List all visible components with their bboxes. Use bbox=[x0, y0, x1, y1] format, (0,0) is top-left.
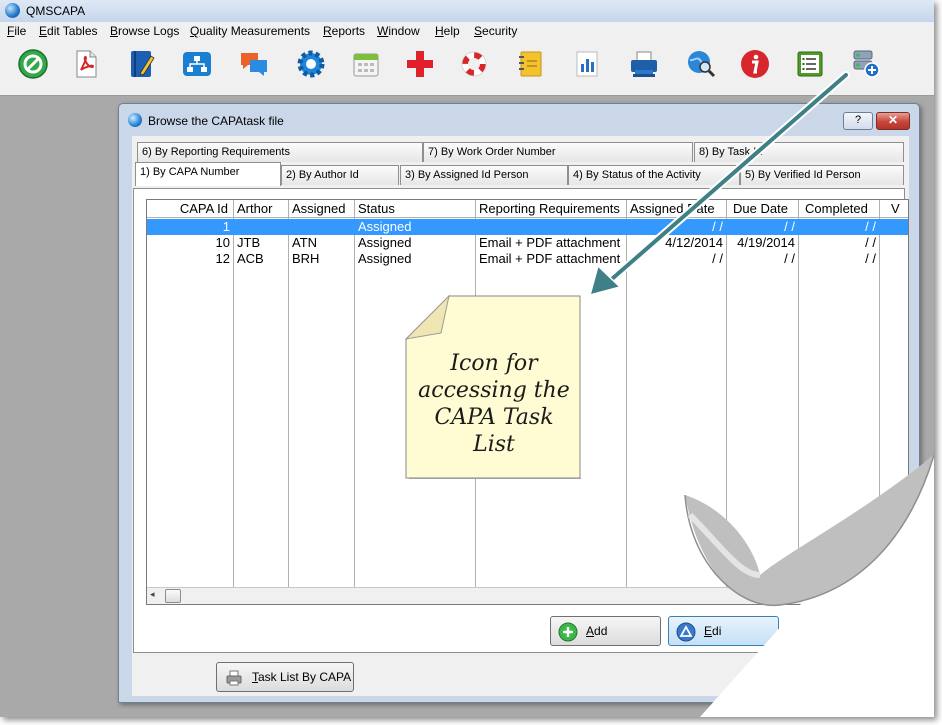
close-button[interactable]: ✕ bbox=[876, 112, 910, 130]
task-list-by-capa-label: Task List By CAPA bbox=[252, 670, 352, 684]
dialog-globe-icon bbox=[128, 113, 142, 127]
bar-chart-icon[interactable] bbox=[570, 47, 604, 81]
sticky-note-text: Icon for accessing the CAPA Task List bbox=[411, 350, 577, 458]
table-row[interactable]: 12 ACB BRH Assigned Email + PDF attachme… bbox=[147, 251, 908, 267]
note-line: Icon for bbox=[450, 351, 538, 376]
info-icon[interactable] bbox=[738, 47, 772, 81]
cell-due-date: / / bbox=[784, 251, 795, 266]
col-header-status[interactable]: Status bbox=[355, 200, 476, 218]
menu-security[interactable]: Security bbox=[474, 24, 517, 38]
scroll-left-arrow-icon[interactable]: ◂ bbox=[150, 589, 155, 600]
cancel-icon[interactable] bbox=[16, 47, 50, 81]
plus-circle-icon bbox=[558, 622, 578, 642]
acrobat-document-icon[interactable] bbox=[69, 47, 103, 81]
note-line: CAPA Task bbox=[434, 405, 554, 430]
cell-status: Assigned bbox=[358, 235, 412, 250]
cell-status: Assigned bbox=[358, 251, 412, 266]
title-bar: QMSCAPA bbox=[0, 0, 934, 23]
cell-assigned-date: 4/12/2014 bbox=[665, 235, 723, 250]
col-header-completed[interactable]: Completed bbox=[799, 200, 880, 218]
cell-assigned-date: / / bbox=[712, 219, 723, 234]
cell-completed: / / bbox=[865, 219, 876, 234]
cell-author: ACB bbox=[237, 251, 264, 266]
cell-assigned: ATN bbox=[292, 235, 318, 250]
col-header-verified[interactable]: V bbox=[880, 200, 908, 218]
cell-capa-id: 1 bbox=[222, 219, 230, 234]
help-button[interactable]: ? bbox=[843, 112, 873, 130]
tab-by-reporting-requirements[interactable]: 6) By Reporting Requirements bbox=[137, 142, 423, 162]
cell-reporting-requirements: Email + PDF attachment bbox=[479, 235, 621, 250]
app-title: QMSCAPA bbox=[26, 4, 86, 18]
menu-bar: File Edit Tables Browse Logs Quality Mea… bbox=[0, 22, 934, 41]
edit-notebook-icon[interactable] bbox=[125, 47, 159, 81]
tab-by-work-order-number[interactable]: 7) By Work Order Number bbox=[423, 142, 693, 162]
tab-by-assigned-id-person[interactable]: 3) By Assigned Id Person bbox=[400, 165, 568, 185]
lifebuoy-icon[interactable] bbox=[457, 47, 491, 81]
web-search-icon[interactable] bbox=[684, 47, 718, 81]
printer-icon[interactable] bbox=[627, 47, 661, 81]
cell-status: Assigned bbox=[358, 219, 412, 234]
table-row[interactable]: 10 JTB ATN Assigned Email + PDF attachme… bbox=[147, 235, 908, 251]
table-row[interactable]: 1 Assigned / / / / / / bbox=[147, 219, 908, 235]
menu-help[interactable]: Help bbox=[435, 24, 460, 38]
calendar-icon[interactable] bbox=[349, 47, 383, 81]
note-line: accessing the bbox=[418, 378, 570, 403]
toolbar bbox=[0, 41, 934, 96]
tab-by-status-of-activity[interactable]: 4) By Status of the Activity bbox=[568, 165, 740, 185]
menu-browse-logs[interactable]: Browse Logs bbox=[110, 24, 179, 38]
red-cross-icon[interactable] bbox=[403, 47, 437, 81]
app-globe-icon bbox=[5, 3, 20, 18]
col-header-reporting-requirements[interactable]: Reporting Requirements bbox=[476, 200, 627, 218]
tab-by-author-id[interactable]: 2) By Author Id bbox=[281, 165, 399, 185]
col-header-due-date[interactable]: Due Date bbox=[727, 200, 799, 218]
cell-completed: / / bbox=[865, 251, 876, 266]
task-list-icon[interactable] bbox=[793, 47, 827, 81]
cell-assigned: BRH bbox=[292, 251, 320, 266]
cell-due-date: 4/19/2014 bbox=[737, 235, 795, 250]
cell-assigned bbox=[289, 219, 355, 235]
menu-file[interactable]: File bbox=[7, 24, 26, 38]
cell-assigned-date: / / bbox=[712, 251, 723, 266]
tab-by-capa-number[interactable]: 1) By CAPA Number bbox=[135, 162, 281, 186]
dialog-title: Browse the CAPAtask file bbox=[148, 114, 284, 128]
cell-due-date: / / bbox=[784, 219, 795, 234]
col-header-author[interactable]: Arthor bbox=[234, 200, 289, 218]
cell-capa-id: 10 bbox=[215, 235, 230, 250]
col-header-assigned[interactable]: Assigned bbox=[289, 200, 355, 218]
menu-quality-measurements[interactable]: Quality Measurements bbox=[190, 24, 310, 38]
menu-reports[interactable]: Reports bbox=[323, 24, 365, 38]
page-curl-overlay bbox=[684, 455, 934, 717]
cell-author: JTB bbox=[237, 235, 261, 250]
col-header-capa-id[interactable]: CAPA Id bbox=[147, 200, 234, 218]
cell-capa-id: 12 bbox=[215, 251, 230, 266]
org-chart-icon[interactable] bbox=[180, 47, 214, 81]
cell-reporting-requirements: Email + PDF attachment bbox=[479, 251, 621, 266]
task-list-by-capa-button[interactable]: Task List By CAPA bbox=[216, 662, 354, 692]
menu-edit-tables[interactable]: Edit Tables bbox=[39, 24, 98, 38]
cell-completed: / / bbox=[865, 235, 876, 250]
tab-by-verified-id-person[interactable]: 5) By Verified Id Person bbox=[740, 165, 904, 185]
chat-bubbles-icon[interactable] bbox=[237, 47, 271, 81]
printer-icon bbox=[226, 670, 242, 686]
settings-add-icon[interactable] bbox=[848, 47, 882, 81]
cell-reporting-requirements bbox=[476, 219, 627, 235]
col-header-assigned-date[interactable]: Assigned Date bbox=[627, 200, 727, 218]
add-button-label: Add bbox=[586, 624, 608, 638]
cell-author bbox=[234, 219, 289, 235]
sticky-notes-icon[interactable] bbox=[513, 47, 547, 81]
settings-gear-icon[interactable] bbox=[294, 47, 328, 81]
scroll-thumb[interactable] bbox=[165, 589, 181, 603]
add-button[interactable]: Add bbox=[550, 616, 661, 646]
menu-window[interactable]: Window bbox=[377, 24, 420, 38]
tab-by-task-id[interactable]: 8) By Task Id bbox=[694, 142, 904, 162]
note-line: List bbox=[473, 432, 515, 457]
